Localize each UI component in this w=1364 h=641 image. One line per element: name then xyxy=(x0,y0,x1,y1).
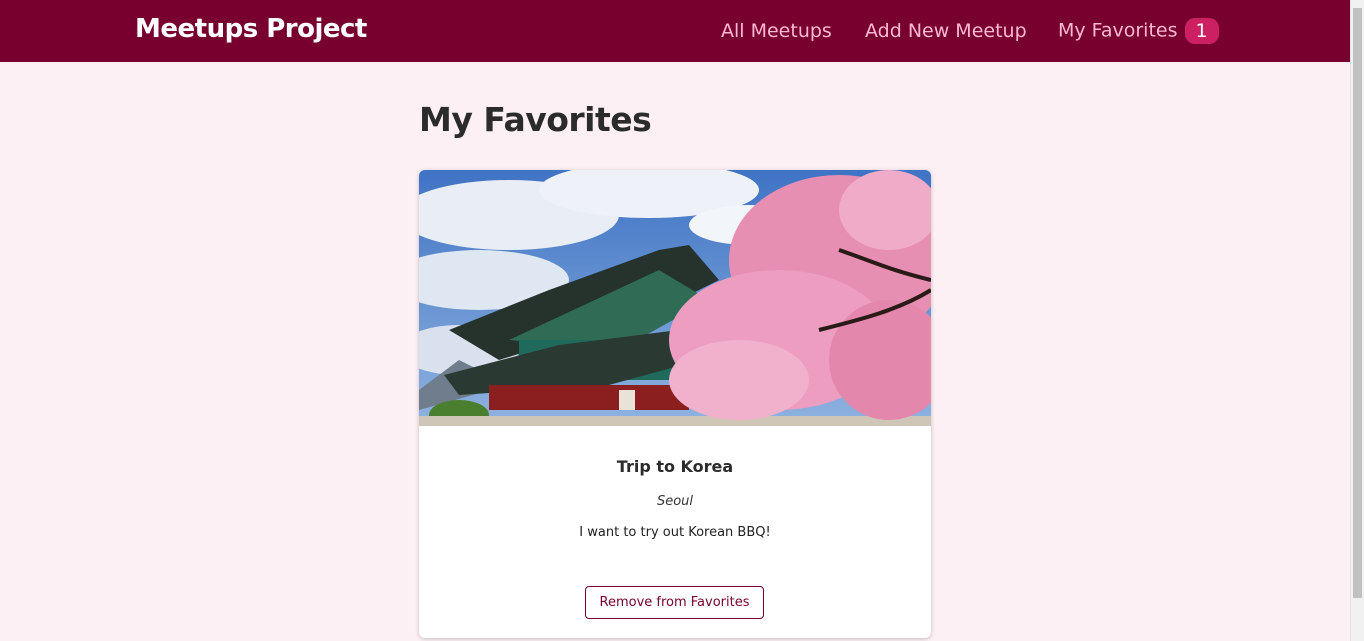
favorites-count-badge: 1 xyxy=(1184,18,1219,44)
main-nav: All Meetups xyxy=(721,0,832,62)
meetup-address: Seoul xyxy=(656,494,694,509)
remove-from-favorites-button[interactable]: Remove from Favorites xyxy=(585,586,764,619)
site-logo[interactable]: Meetups Project xyxy=(135,14,367,44)
main-nav-add: Add New Meetup xyxy=(865,0,1027,62)
meetup-image xyxy=(419,170,931,426)
nav-link-add-new-meetup[interactable]: Add New Meetup xyxy=(865,20,1027,42)
page-scrollbar[interactable] xyxy=(1350,0,1364,641)
main-header: Meetups Project All Meetups Add New Meet… xyxy=(0,0,1350,62)
page-title: My Favorites xyxy=(419,100,652,139)
scrollbar-thumb[interactable] xyxy=(1353,8,1362,598)
nav-link-all-meetups[interactable]: All Meetups xyxy=(721,20,832,42)
meetup-title: Trip to Korea xyxy=(616,457,734,476)
main-nav-favorites: My Favorites 1 xyxy=(1058,0,1219,62)
nav-link-my-favorites[interactable]: My Favorites 1 xyxy=(1058,18,1219,44)
nav-link-my-favorites-label: My Favorites xyxy=(1058,19,1178,42)
meetup-card: Trip to Korea Seoul I want to try out Ko… xyxy=(419,170,931,638)
meetup-description: I want to try out Korean BBQ! xyxy=(579,525,771,540)
